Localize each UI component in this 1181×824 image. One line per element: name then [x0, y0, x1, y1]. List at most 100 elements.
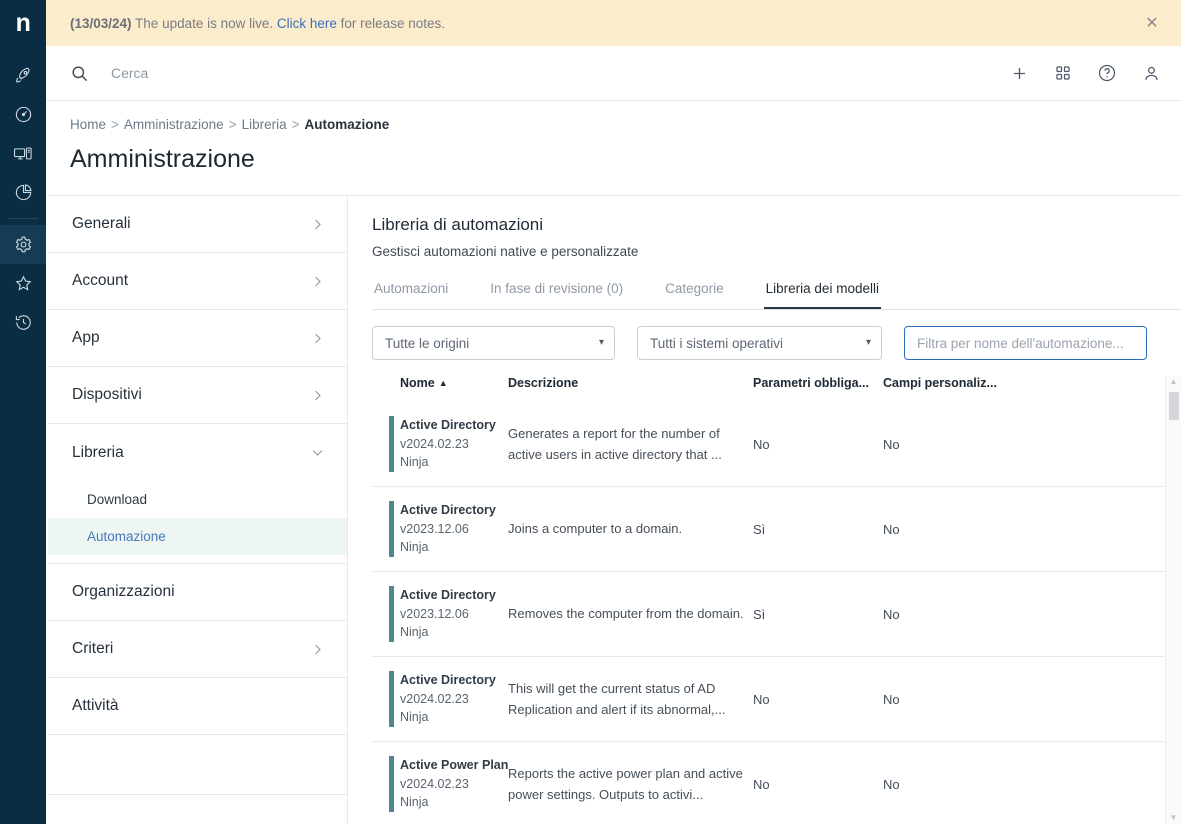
content-area: (13/03/24) The update is now live. Click…: [46, 0, 1181, 824]
chevron-down-icon: [310, 445, 325, 460]
sidebar-item-account[interactable]: Account: [48, 253, 347, 310]
app-logo[interactable]: n: [0, 0, 46, 46]
table-scrollbar[interactable]: ▲ ▼: [1165, 376, 1181, 824]
row-accent-bar: [389, 501, 394, 557]
table-row[interactable]: Active Power Plan v2024.02.23 Ninja Repo…: [372, 742, 1165, 824]
table-row[interactable]: Active Directory v2023.12.06 Ninja Remov…: [372, 572, 1165, 657]
column-header-campi-personalizzati[interactable]: Campi personaliz...: [883, 376, 1043, 390]
pie-chart-icon[interactable]: [0, 173, 46, 212]
banner-message: (13/03/24) The update is now live. Click…: [70, 16, 445, 31]
sidebar-subitem-label: Download: [87, 492, 148, 507]
row-source: Ninja: [400, 540, 429, 555]
add-icon[interactable]: [1007, 61, 1031, 85]
cell-required-params: Sì: [753, 606, 766, 622]
panel-subtitle: Gestisci automazioni native e personaliz…: [372, 244, 639, 259]
column-header-descrizione[interactable]: Descrizione: [508, 376, 753, 390]
scrollbar-thumb[interactable]: [1168, 392, 1179, 420]
row-version: v2023.12.06: [400, 521, 469, 536]
cell-description: This will get the current status of AD R…: [508, 680, 726, 717]
app-window: n (13/03/24) The update is now live. Cli…: [0, 0, 1181, 824]
os-filter-select[interactable]: Tutti i sistemi operativi ▾: [637, 326, 882, 360]
row-accent-bar: [389, 586, 394, 642]
history-icon[interactable]: [0, 303, 46, 342]
breadcrumb-item-automazione: Automazione: [304, 117, 390, 132]
chevron-right-icon: [310, 388, 325, 403]
breadcrumb-item-amministrazione[interactable]: Amministrazione: [124, 117, 224, 132]
page-body: Generali Account App Dispositivi Libreri…: [46, 174, 1181, 824]
sidebar-item-attivita[interactable]: Attività: [48, 678, 347, 735]
automation-table: Nome ▲ Descrizione Parametri obbliga... C…: [372, 376, 1165, 824]
cell-custom-fields: No: [883, 776, 900, 792]
row-source: Ninja: [400, 795, 429, 810]
row-name: Active Directory: [400, 417, 496, 432]
breadcrumb-separator: >: [228, 117, 237, 132]
source-filter-value: Tutte le origini: [385, 335, 470, 351]
apps-grid-icon[interactable]: [1051, 61, 1075, 85]
cell-custom-fields: No: [883, 521, 900, 537]
settings-menu: Generali Account App Dispositivi Libreri…: [48, 195, 348, 824]
topbar-actions: [1007, 61, 1163, 85]
sidebar-subitem-label: Automazione: [87, 529, 166, 544]
sidebar-item-download[interactable]: Download: [48, 481, 347, 518]
os-filter-value: Tutti i sistemi operativi: [650, 335, 784, 351]
search-icon: [70, 64, 89, 83]
sidebar-item-dispositivi[interactable]: Dispositivi: [48, 367, 347, 424]
cell-required-params: No: [753, 691, 770, 707]
table-row[interactable]: Active Directory v2024.02.23 Ninja Gener…: [372, 402, 1165, 487]
breadcrumb-item-home[interactable]: Home: [70, 117, 106, 132]
row-accent-bar: [389, 671, 394, 727]
breadcrumb-item-libreria[interactable]: Libreria: [242, 117, 287, 132]
gear-icon[interactable]: [0, 225, 46, 264]
search-input[interactable]: [111, 65, 991, 81]
chevron-right-icon: [310, 274, 325, 289]
banner-date: (13/03/24): [70, 15, 132, 31]
rocket-icon[interactable]: [0, 56, 46, 95]
table-header-row: Nome ▲ Descrizione Parametri obbliga... C…: [372, 376, 1165, 402]
table-row[interactable]: Active Directory v2023.12.06 Ninja Joins…: [372, 487, 1165, 572]
table-row[interactable]: Active Directory v2024.02.23 Ninja This …: [372, 657, 1165, 742]
sidebar-item-label: App: [72, 329, 100, 346]
cell-required-params: No: [753, 436, 770, 452]
sidebar-item-label: Account: [72, 272, 129, 289]
chevron-right-icon: [310, 331, 325, 346]
user-account-icon[interactable]: [1139, 61, 1163, 85]
sidebar-item-organizzazioni[interactable]: Organizzazioni: [48, 564, 347, 621]
scroll-up-icon[interactable]: ▲: [1170, 378, 1178, 386]
source-filter-select[interactable]: Tutte le origini ▾: [372, 326, 615, 360]
gauge-icon[interactable]: [0, 95, 46, 134]
cell-description: Reports the active power plan and active…: [508, 765, 743, 802]
sidebar-item-libreria[interactable]: Libreria: [48, 424, 347, 481]
sidebar-item-criteri[interactable]: Criteri: [48, 621, 347, 678]
banner-link[interactable]: Click here: [277, 16, 337, 31]
global-search-bar: [46, 46, 1181, 101]
column-header-nome[interactable]: Nome ▲: [372, 376, 508, 390]
chevron-down-icon: ▾: [865, 337, 871, 348]
sidebar-item-app[interactable]: App: [48, 310, 347, 367]
primary-nav-rail: n: [0, 0, 46, 824]
row-source: Ninja: [400, 625, 429, 640]
column-header-parametri-obbligatori[interactable]: Parametri obbliga...: [753, 376, 883, 390]
sidebar-item-automazione[interactable]: Automazione: [48, 518, 347, 555]
monitor-icon[interactable]: [0, 134, 46, 173]
tab-in-fase-di-revisione[interactable]: In fase di revisione (0): [488, 276, 625, 309]
help-icon[interactable]: [1095, 61, 1119, 85]
banner-text-after: for release notes.: [336, 15, 445, 31]
tab-libreria-dei-modelli[interactable]: Libreria dei modelli: [763, 276, 881, 309]
scroll-down-icon[interactable]: ▼: [1170, 814, 1178, 822]
tab-automazioni[interactable]: Automazioni: [372, 276, 450, 309]
scrollbar-track[interactable]: [1166, 386, 1181, 814]
automation-table-wrap: Nome ▲ Descrizione Parametri obbliga... C…: [372, 376, 1181, 824]
tab-categorie[interactable]: Categorie: [663, 276, 726, 309]
chevron-right-icon: [310, 642, 325, 657]
row-version: v2024.02.23: [400, 776, 469, 791]
row-version: v2023.12.06: [400, 606, 469, 621]
banner-text-before: The update is now live.: [131, 15, 277, 31]
close-icon[interactable]: ✕: [1141, 12, 1163, 34]
name-filter-input[interactable]: [904, 326, 1147, 360]
row-source: Ninja: [400, 455, 429, 470]
cell-required-params: No: [753, 776, 770, 792]
cell-description: Generates a report for the number of act…: [508, 425, 722, 462]
sidebar-item-generali[interactable]: Generali: [48, 196, 347, 253]
star-icon[interactable]: [0, 264, 46, 303]
row-name: Active Directory: [400, 502, 496, 517]
